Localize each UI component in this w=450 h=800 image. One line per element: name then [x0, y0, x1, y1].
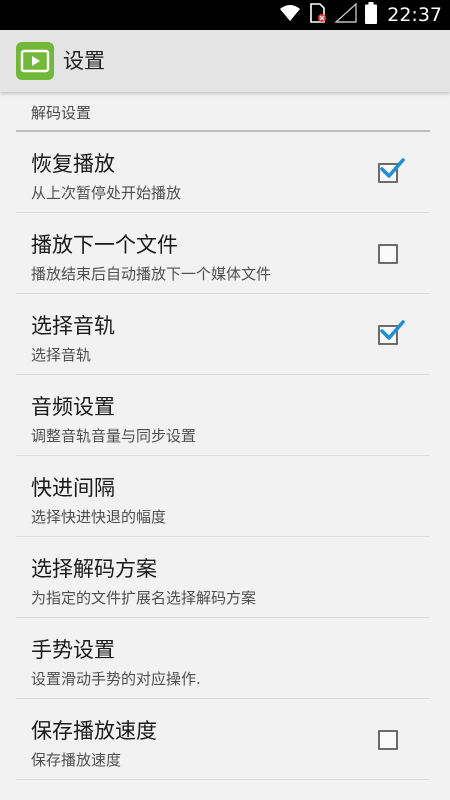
- pref-resume-playback[interactable]: 恢复播放 从上次暂停处开始播放: [0, 132, 450, 213]
- pref-select-audio-track[interactable]: 选择音轨 选择音轨: [0, 294, 450, 375]
- check-mark-icon: [380, 320, 405, 340]
- video-player-app-icon[interactable]: [16, 42, 54, 80]
- pref-title: 手势设置: [31, 638, 115, 662]
- pref-audio-settings[interactable]: 音频设置 调整音轨音量与同步设置: [0, 375, 450, 456]
- pref-summary: 选择音轨: [31, 346, 92, 364]
- pref-summary: 设置滑动手势的对应操作.: [31, 670, 201, 688]
- signal-empty-icon: [334, 2, 357, 27]
- check-mark-icon: [380, 158, 405, 178]
- pref-title: 选择音轨: [31, 314, 115, 338]
- pref-play-next-file[interactable]: 播放下一个文件 播放结束后自动播放下一个媒体文件: [0, 213, 450, 294]
- preference-list: 恢复播放 从上次暂停处开始播放 播放下一个文件 播放结束后自动播放下一个媒体文件…: [0, 132, 450, 780]
- status-icons: 22:37: [279, 0, 442, 30]
- pref-title: 保存播放速度: [31, 719, 157, 743]
- pref-seek-interval[interactable]: 快进间隔 选择快进快退的幅度: [0, 456, 450, 537]
- settings-content: 解码设置 恢复播放 从上次暂停处开始播放 播放下一个文件 播放结束后自动播放下一…: [0, 92, 450, 800]
- page-title: 设置: [63, 49, 105, 73]
- pref-summary: 保存播放速度: [31, 751, 122, 769]
- pref-decoder-scheme[interactable]: 选择解码方案 为指定的文件扩展名选择解码方案: [0, 537, 450, 618]
- pref-summary: 选择快进快退的幅度: [31, 508, 167, 526]
- battery-icon: [365, 2, 378, 28]
- pref-gesture-settings[interactable]: 手势设置 设置滑动手势的对应操作.: [0, 618, 450, 699]
- pref-save-playback-speed[interactable]: 保存播放速度 保存播放速度: [0, 699, 450, 780]
- pref-title: 恢复播放: [31, 152, 115, 176]
- save-playback-speed-checkbox[interactable]: [378, 730, 398, 750]
- pref-title: 选择解码方案: [31, 557, 157, 581]
- pref-summary: 播放结束后自动播放下一个媒体文件: [31, 265, 272, 283]
- status-time: 22:37: [387, 4, 442, 26]
- wifi-icon: [279, 4, 301, 26]
- app-bar: 设置: [0, 30, 450, 92]
- select-audio-track-checkbox[interactable]: [378, 320, 405, 345]
- preference-category-decode: 解码设置: [16, 92, 430, 132]
- pref-title: 播放下一个文件: [31, 233, 178, 257]
- play-next-file-checkbox[interactable]: [378, 244, 398, 264]
- category-label: 解码设置: [31, 104, 92, 122]
- pref-summary: 从上次暂停处开始播放: [31, 184, 182, 202]
- pref-title: 音频设置: [31, 395, 115, 419]
- pref-summary: 为指定的文件扩展名选择解码方案: [31, 589, 257, 607]
- pref-summary: 调整音轨音量与同步设置: [31, 427, 197, 445]
- resume-playback-checkbox[interactable]: [378, 158, 405, 183]
- sim-card-no-service-icon: [309, 3, 327, 27]
- pref-title: 快进间隔: [31, 476, 115, 500]
- status-bar: 22:37: [0, 0, 450, 30]
